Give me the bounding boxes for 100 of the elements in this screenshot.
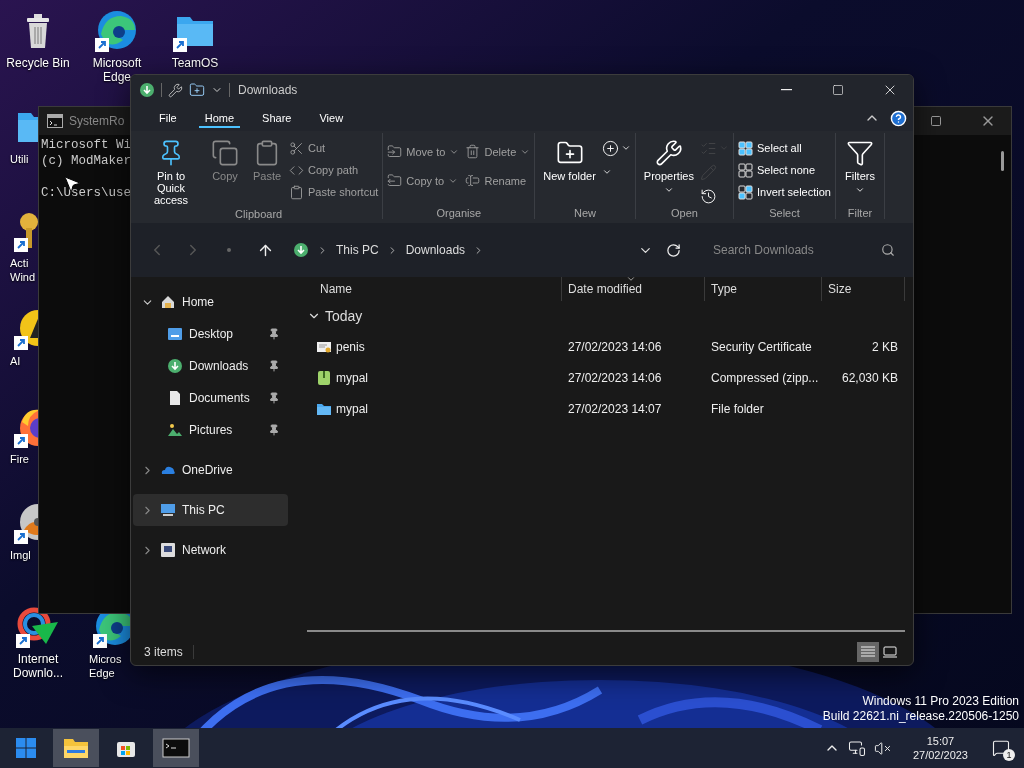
- terminal-line: Microsoft Wi: [41, 137, 131, 153]
- notification-count: 1: [1003, 749, 1015, 761]
- network-icon[interactable]: [847, 739, 866, 757]
- group-label: Select: [768, 206, 801, 219]
- scrollbar-thumb[interactable]: [307, 630, 905, 632]
- group-label: Filter: [846, 206, 874, 219]
- wrench-icon[interactable]: [168, 82, 183, 98]
- notification-button[interactable]: 1: [990, 737, 1012, 759]
- refresh-icon: [665, 242, 681, 258]
- tile-icon: [883, 646, 897, 658]
- desktop-icon: [167, 326, 183, 342]
- search-field[interactable]: Search Downloads: [711, 242, 881, 258]
- ribbon-button[interactable]: Select all: [738, 137, 831, 159]
- filter-icon: [845, 139, 874, 167]
- nav-item[interactable]: Pictures: [133, 414, 288, 446]
- desktop-icon-label[interactable]: Micros Edge: [89, 652, 122, 680]
- archive-icon: [316, 369, 332, 386]
- ribbon-button[interactable]: Select none: [738, 159, 831, 181]
- table-cell-text: Security Certificate: [710, 339, 813, 354]
- desktop-icon-label[interactable]: Fire: [10, 452, 29, 466]
- desktop-icon-label[interactable]: Microsoft Edge: [92, 56, 142, 84]
- table-cell-text: Compressed (zipp...: [710, 370, 820, 385]
- table-cell-text: File folder: [710, 401, 765, 416]
- table-cell-text: 27/02/2023 14:07: [567, 401, 663, 416]
- ribbon-icon-button[interactable]: [601, 139, 631, 157]
- table-cell-text: 2 KB: [871, 339, 899, 354]
- taskbar-app[interactable]: [153, 729, 199, 767]
- scrollbar-thumb[interactable]: [1001, 151, 1004, 171]
- file-name: mypal: [336, 401, 368, 416]
- group-header: Today: [325, 308, 363, 324]
- nav-item[interactable]: Desktop: [133, 318, 288, 350]
- clipboard-icon: [289, 184, 304, 200]
- ribbon-tab[interactable]: File: [145, 105, 191, 131]
- maximize-icon: [832, 84, 844, 96]
- nav-item[interactable]: Network: [133, 534, 288, 566]
- history-icon: [700, 187, 717, 205]
- download-icon: [293, 242, 309, 258]
- edge-icon: [95, 8, 139, 52]
- ribbon-button[interactable]: New folder: [539, 133, 600, 182]
- nav-item[interactable]: Documents: [133, 382, 288, 414]
- nav-item[interactable]: Home: [133, 286, 288, 318]
- desktop-icon-label[interactable]: Recycle Bin: [6, 56, 70, 70]
- folder-plus-icon[interactable]: [189, 82, 205, 98]
- desktop-icon-label[interactable]: Internet Downlo...: [13, 652, 63, 680]
- column-header[interactable]: Date modified: [562, 277, 705, 301]
- file-row[interactable]: mypal 27/02/2023 14:07 File folder: [307, 393, 905, 424]
- column-header[interactable]: Size: [822, 277, 905, 301]
- ribbon-button[interactable]: Invert selection: [738, 181, 831, 203]
- desktop-icon-label[interactable]: Imgl: [10, 548, 31, 562]
- ribbon-button[interactable]: Filters: [839, 133, 880, 195]
- home-icon: [160, 294, 176, 310]
- desktop-icon-label[interactable]: Utili: [10, 152, 29, 166]
- nav-item[interactable]: Downloads: [133, 350, 288, 382]
- window-title: Downloads: [237, 83, 299, 97]
- group-label: Clipboard: [234, 207, 284, 220]
- download-icon: [167, 358, 183, 374]
- ribbon-tab[interactable]: Home: [190, 105, 249, 131]
- pencil-icon: [700, 163, 717, 181]
- windows-icon: [16, 738, 36, 758]
- ribbon-button[interactable]: Properties: [639, 133, 698, 195]
- file-row[interactable]: penis 27/02/2023 14:06 Security Certificate 2 KB: [307, 331, 905, 362]
- grid-icon: [738, 184, 753, 200]
- folder-icon: [63, 737, 89, 759]
- network-icon: [160, 542, 176, 558]
- volume-muted-icon[interactable]: [873, 739, 891, 757]
- ribbon-button[interactable]: Pin to Quick access: [139, 133, 203, 206]
- column-header[interactable]: Type: [705, 277, 822, 301]
- maximize-icon: [930, 115, 942, 127]
- column-header[interactable]: Name: [307, 277, 562, 301]
- group-label: Organise: [435, 206, 483, 219]
- desktop-icon-label[interactable]: AI: [10, 354, 21, 368]
- terminal-line: (c) ModMaker: [41, 153, 131, 169]
- file-name: mypal: [336, 370, 368, 385]
- view-button[interactable]: [857, 642, 879, 662]
- scissors-icon: [289, 140, 304, 156]
- dot-icon: [227, 248, 231, 252]
- breadcrumb-item[interactable]: This PC: [336, 243, 379, 257]
- file-row[interactable]: mypal 27/02/2023 14:06 Compressed (zipp... 62,030 KB: [307, 362, 905, 393]
- trash-icon: [465, 144, 481, 159]
- wrench-icon: [654, 139, 683, 167]
- nav-item[interactable]: This PC: [133, 494, 288, 526]
- ribbon-tab[interactable]: Share: [248, 105, 306, 131]
- watermark-text: Windows 11 Pro 2023 Edition: [862, 694, 1019, 709]
- desktop-icon-label[interactable]: Acti Wind: [10, 256, 36, 284]
- ribbon-tab[interactable]: View: [305, 105, 358, 131]
- taskbar-app[interactable]: [53, 729, 99, 767]
- table-cell-text: 27/02/2023 14:06: [567, 370, 663, 385]
- search-icon[interactable]: [881, 243, 895, 257]
- table-cell-text: 62,030 KB: [840, 370, 899, 385]
- clock[interactable]: 15:07 27/02/2023: [898, 734, 982, 762]
- nav-item[interactable]: OneDrive: [133, 454, 288, 486]
- folder-arrow-icon: [387, 173, 403, 188]
- download-icon: [139, 82, 155, 98]
- status-text: 3 items: [144, 645, 183, 659]
- window-title: SystemRo: [69, 114, 125, 128]
- group-label: New: [573, 206, 598, 219]
- breadcrumb-item[interactable]: Downloads: [405, 243, 466, 257]
- watermark-text: Build 22621.ni_release.220506-1250: [822, 709, 1019, 724]
- desktop-icon-label[interactable]: TeamOS: [171, 56, 219, 70]
- help-icon[interactable]: [890, 109, 907, 127]
